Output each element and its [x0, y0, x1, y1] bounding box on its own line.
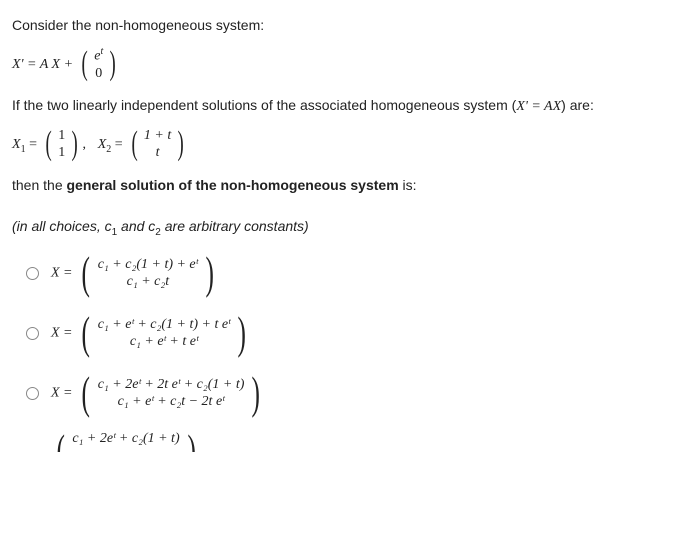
forcing-top-exp: t	[100, 46, 103, 57]
question-post: is:	[399, 177, 417, 193]
x2-top: 1 + t	[144, 127, 171, 145]
option-b[interactable]: X = ( c₁ + eᵗ + c₂(1 + t) + t eᵗ c₁ + eᵗ…	[26, 310, 664, 356]
option-c-vector: ( c₁ + 2eᵗ + 2t eᵗ + c₂(1 + t) c₁ + eᵗ +…	[78, 370, 263, 416]
note-post: are arbitrary constants)	[161, 218, 309, 234]
option-b-top: c₁ + eᵗ + c₂(1 + t) + t eᵗ	[98, 316, 231, 334]
homog-pre: If the two linearly independent solution…	[12, 97, 516, 113]
x1-top: 1	[58, 127, 65, 145]
x-equals: X =	[51, 266, 73, 281]
x1-vector: ( 1 1 )	[43, 127, 81, 162]
option-d-content: ( c₁ + 2eᵗ + c₂(1 + t) )	[51, 430, 201, 452]
intro-text: Consider the non-homogeneous system:	[12, 16, 664, 36]
radio-icon[interactable]	[26, 267, 39, 280]
x2-label: X2 =	[98, 137, 123, 152]
radio-icon[interactable]	[26, 387, 39, 400]
question-bold: general solution of the non-homogeneous …	[67, 177, 399, 193]
option-b-content: X = ( c₁ + eᵗ + c₂(1 + t) + t eᵗ c₁ + eᵗ…	[51, 310, 252, 356]
option-c-top: c₁ + 2eᵗ + 2t eᵗ + c₂(1 + t)	[98, 376, 245, 394]
radio-icon[interactable]	[26, 327, 39, 340]
note-pre: (in all choices, c	[12, 218, 112, 234]
option-d[interactable]: ( c₁ + 2eᵗ + c₂(1 + t) )	[26, 430, 664, 452]
option-a-content: X = ( c₁ + c₂(1 + t) + eᵗ c₁ + c₂t )	[51, 250, 219, 296]
homogeneous-intro: If the two linearly independent solution…	[12, 96, 664, 117]
system-lhs: X' = A X +	[12, 57, 73, 72]
constants-note: (in all choices, c1 and c2 are arbitrary…	[12, 217, 664, 240]
homog-eq: X' = AX	[516, 99, 561, 114]
option-b-vector: ( c₁ + eᵗ + c₂(1 + t) + t eᵗ c₁ + eᵗ + t…	[78, 310, 249, 356]
option-b-bottom: c₁ + eᵗ + t eᵗ	[130, 333, 199, 351]
question-line: then the general solution of the non-hom…	[12, 176, 664, 196]
note-mid: and c	[117, 218, 155, 234]
question-pre: then the	[12, 177, 67, 193]
x1-label: X1 =	[12, 137, 37, 152]
system-equation: X' = A X + ( et 0 )	[12, 46, 664, 83]
option-a-vector: ( c₁ + c₂(1 + t) + eᵗ c₁ + c₂t )	[78, 250, 217, 296]
option-d-vector: ( c₁ + 2eᵗ + c₂(1 + t) )	[53, 430, 199, 452]
forcing-bottom: 0	[95, 65, 102, 83]
option-c-content: X = ( c₁ + 2eᵗ + 2t eᵗ + c₂(1 + t) c₁ + …	[51, 370, 266, 416]
option-a-bottom: c₁ + c₂t	[127, 273, 170, 291]
x2-vector: ( 1 + t t )	[129, 127, 187, 162]
homog-post: ) are:	[561, 97, 594, 113]
homogeneous-solutions: X1 = ( 1 1 ) , X2 = ( 1 + t t )	[12, 127, 664, 162]
option-c[interactable]: X = ( c₁ + 2eᵗ + 2t eᵗ + c₂(1 + t) c₁ + …	[26, 370, 664, 416]
option-a[interactable]: X = ( c₁ + c₂(1 + t) + eᵗ c₁ + c₂t )	[26, 250, 664, 296]
x-equals: X =	[51, 386, 73, 401]
option-c-bottom: c₁ + eᵗ + c₂t − 2t eᵗ	[118, 393, 225, 411]
x-equals: X =	[51, 326, 73, 341]
x1-bottom: 1	[58, 144, 65, 162]
forcing-vector: ( et 0 )	[79, 46, 119, 83]
option-d-top: c₁ + 2eᵗ + c₂(1 + t)	[72, 430, 179, 448]
x2-bottom: t	[156, 144, 160, 162]
option-a-top: c₁ + c₂(1 + t) + eᵗ	[98, 256, 198, 274]
